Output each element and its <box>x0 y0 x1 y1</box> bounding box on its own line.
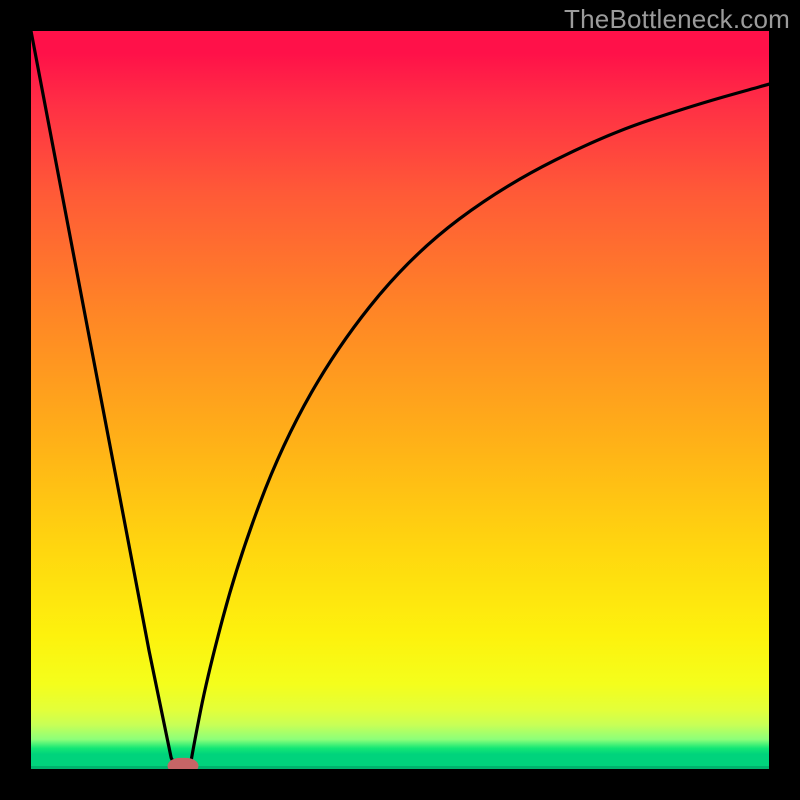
curve-left-branch <box>31 31 177 769</box>
chart-frame: TheBottleneck.com <box>0 0 800 800</box>
optimal-point-marker <box>168 758 199 769</box>
bottleneck-curve <box>31 31 769 769</box>
plot-area <box>31 31 769 769</box>
watermark-text: TheBottleneck.com <box>564 4 790 35</box>
curve-right-branch <box>190 84 769 769</box>
